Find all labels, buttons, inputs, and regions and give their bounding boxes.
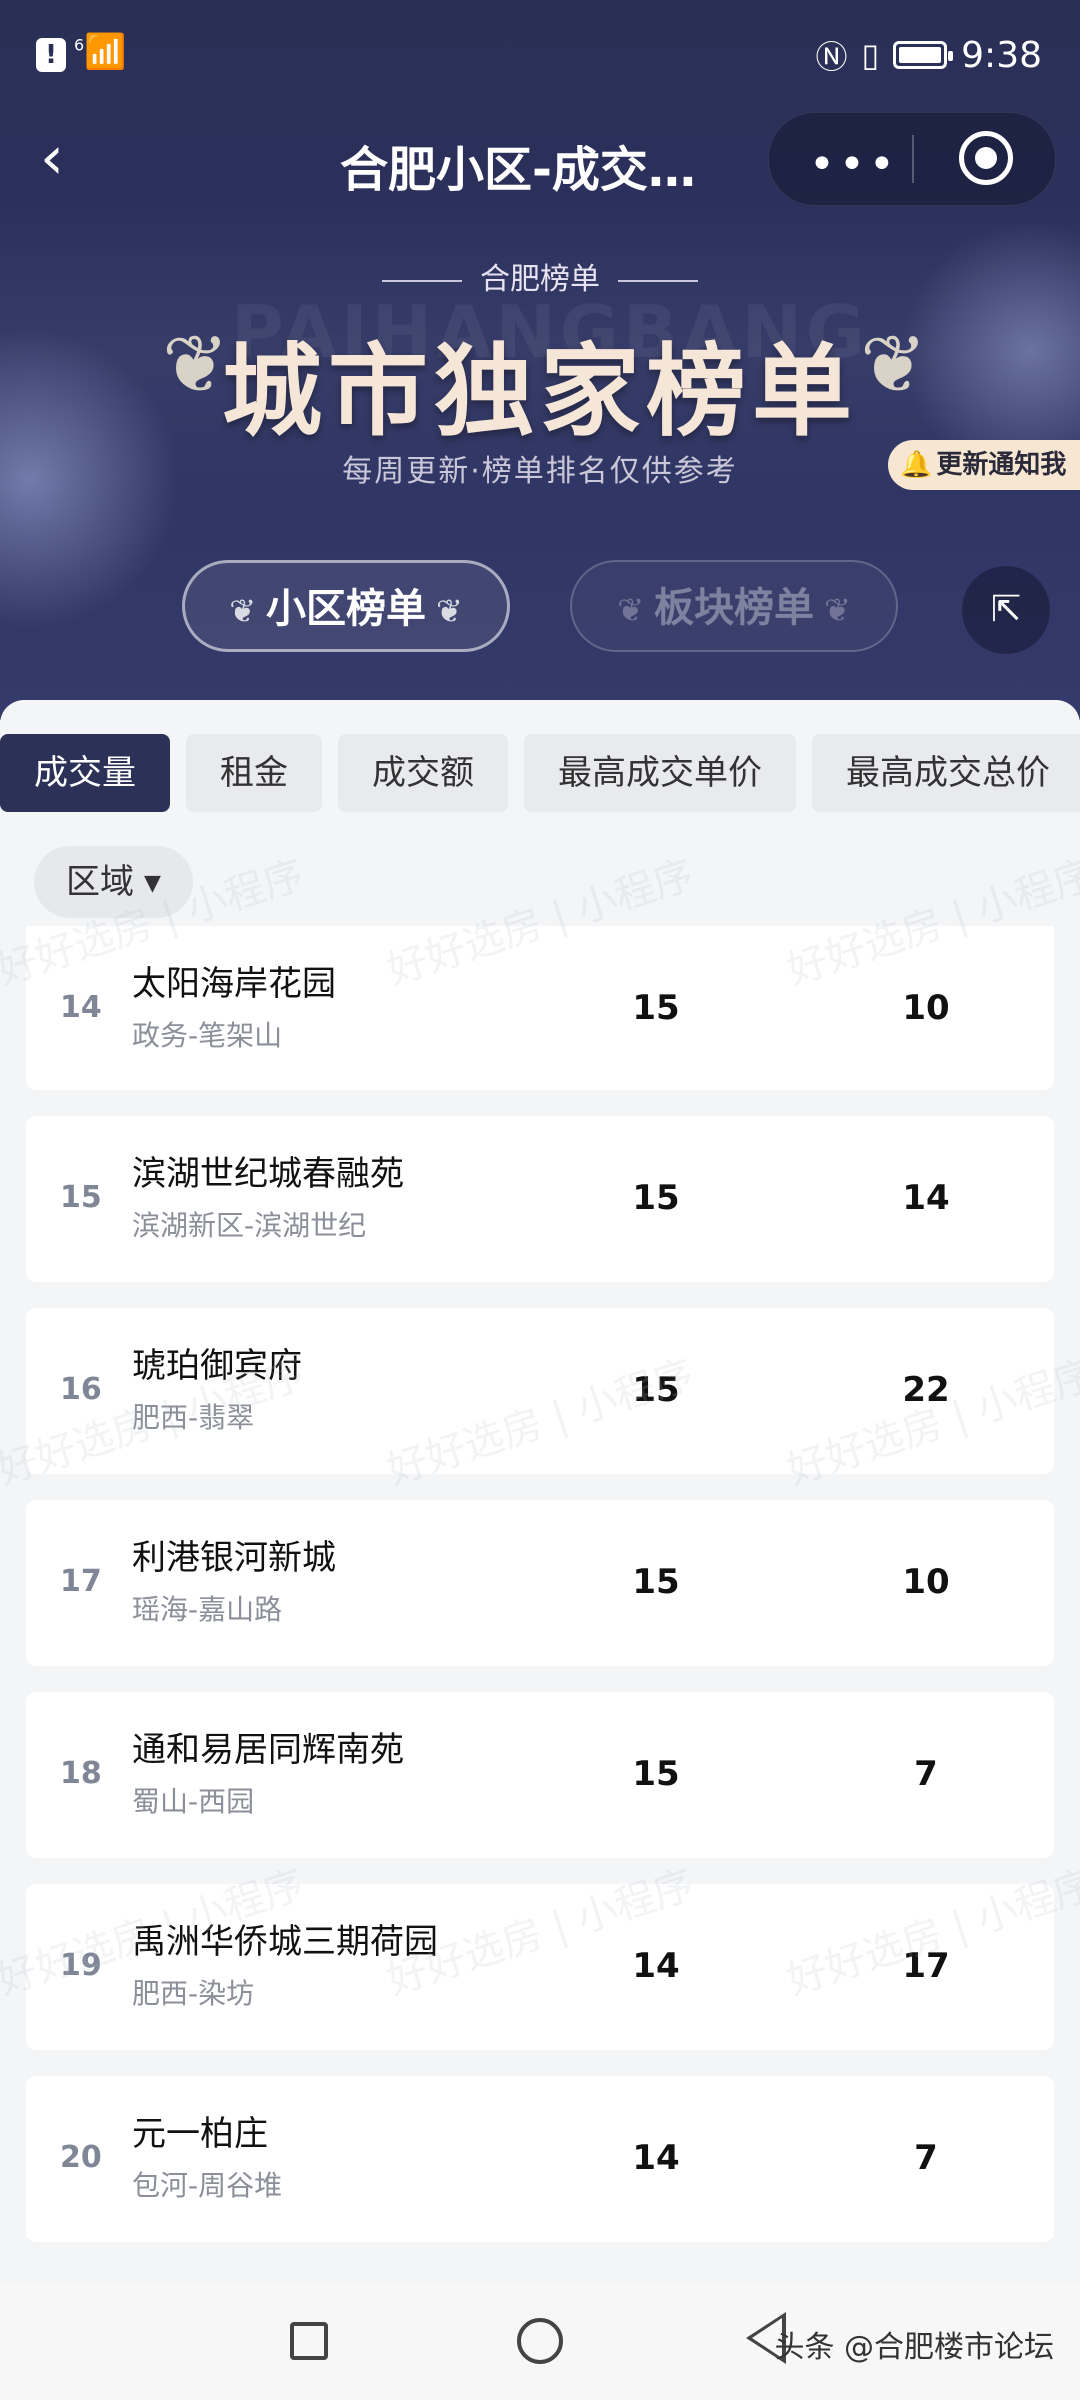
alert-icon: !: [36, 38, 66, 72]
filter-label: 区域: [66, 862, 134, 902]
list-item[interactable]: 16 琥珀御宾府 肥西-翡翠 15 22: [26, 1308, 1054, 1474]
deal-count: 15: [632, 1562, 680, 1602]
rank-number: 14: [60, 990, 102, 1025]
community-name: 利港银河新城: [132, 1538, 336, 1578]
more-dots-icon[interactable]: •••: [809, 139, 899, 190]
rank-number: 17: [60, 1564, 102, 1599]
community-area: 瑶海-嘉山路: [132, 1593, 283, 1626]
toggle-label: 板块榜单: [654, 585, 814, 631]
notify-me-button[interactable]: 🔔 更新通知我: [888, 440, 1080, 490]
caret-down-icon: ▼: [144, 870, 161, 896]
metric-tabs: 成交量 租金 成交额 最高成交单价 最高成交总价: [0, 734, 1080, 812]
battery-icon: [893, 41, 954, 69]
bell-icon: 🔔: [900, 450, 933, 480]
kicker-line-left: [382, 279, 462, 282]
rank-number: 15: [60, 1180, 102, 1215]
share-icon[interactable]: ⇱: [962, 566, 1050, 654]
laurel-small-icon: ❦: [436, 592, 463, 630]
tab-turnover[interactable]: 成交额: [338, 734, 508, 812]
community-area: 政务-笔架山: [132, 1019, 283, 1052]
secondary-value: 17: [902, 1946, 950, 1986]
list-item[interactable]: 19 禹洲华侨城三期荷园 肥西-染坊 14 17: [26, 1884, 1054, 2050]
community-name: 元一柏庄: [132, 2114, 268, 2154]
community-area: 肥西-染坊: [132, 1977, 255, 2010]
rank-number: 16: [60, 1372, 102, 1407]
list-item[interactable]: 17 利港银河新城 瑶海-嘉山路 15 10: [26, 1500, 1054, 1666]
notify-label: 更新通知我: [936, 450, 1067, 480]
nfc-icon: Ⓝ: [815, 38, 848, 76]
status-bar: ! 6📶 Ⓝ ▯ 9:38: [0, 0, 1080, 110]
toggle-community-ranking[interactable]: ❦ 小区榜单 ❦: [182, 560, 510, 652]
status-right: Ⓝ ▯ 9:38: [816, 32, 1042, 78]
community-area: 滨湖新区-滨湖世纪: [132, 1209, 367, 1242]
tab-volume[interactable]: 成交量: [0, 734, 170, 812]
signal-label: 6: [74, 35, 85, 55]
community-name: 滨湖世纪城春融苑: [132, 1154, 404, 1194]
back-chevron-icon[interactable]: ‹: [40, 128, 100, 188]
secondary-value: 7: [914, 2138, 938, 2178]
community-name: 太阳海岸花园: [132, 964, 336, 1004]
list-item-partial: [26, 2198, 1054, 2238]
deal-count: 15: [632, 1370, 680, 1410]
home-circle-icon[interactable]: [517, 2318, 563, 2364]
vibrate-icon: ▯: [861, 36, 880, 74]
toggle-block-ranking[interactable]: ❦ 板块榜单 ❦: [570, 560, 898, 652]
laurel-small-icon: ❦: [824, 591, 851, 629]
capsule-divider: [912, 135, 914, 183]
community-name: 禹洲华侨城三期荷园: [132, 1922, 438, 1962]
list-item[interactable]: 18 通和易居同辉南苑 蜀山-西园 15 7: [26, 1692, 1054, 1858]
toggle-label: 小区榜单: [266, 586, 426, 632]
secondary-value: 7: [914, 1754, 938, 1794]
community-name: 琥珀御宾府: [132, 1346, 302, 1386]
nav-bar: ‹ 合肥小区-成交… •••: [0, 110, 1080, 210]
status-time: 9:38: [961, 34, 1042, 76]
community-area: 蜀山-西园: [132, 1785, 255, 1818]
secondary-value: 14: [902, 1178, 950, 1218]
deal-count: 15: [632, 1178, 680, 1218]
wifi-icon: 6📶: [74, 32, 127, 72]
kicker-line-right: [618, 279, 698, 282]
recents-square-icon[interactable]: [290, 2322, 328, 2360]
deal-count: 15: [632, 988, 680, 1028]
system-nav-bar: 头条 @合肥楼市论坛: [0, 2282, 1080, 2400]
laurel-small-icon: ❦: [229, 592, 256, 630]
deal-count: 15: [632, 1754, 680, 1794]
source-credit: 头条 @合肥楼市论坛: [774, 2330, 1054, 2365]
tab-rent[interactable]: 租金: [186, 734, 322, 812]
community-area: 肥西-翡翠: [132, 1401, 255, 1434]
deal-count: 14: [632, 1946, 680, 1986]
secondary-value: 22: [902, 1370, 950, 1410]
ranking-sheet: 成交量 租金 成交额 最高成交单价 最高成交总价 区域 ▼ 14 太阳海岸花园 政…: [0, 700, 1080, 2400]
hero-title: 城市独家榜单: [222, 333, 858, 450]
rank-number: 18: [60, 1756, 102, 1791]
close-target-icon[interactable]: [959, 131, 1013, 185]
hero-banner: ! 6📶 Ⓝ ▯ 9:38 ‹ 合肥小区-成交… ••• 合肥榜单 PAIHAN…: [0, 0, 1080, 720]
miniprogram-capsule: •••: [768, 112, 1056, 206]
ranking-list: 14 太阳海岸花园 政务-笔架山 15 10 15 滨湖世纪城春融苑 滨湖新区-…: [26, 926, 1054, 2268]
district-filter[interactable]: 区域 ▼: [34, 846, 193, 918]
laurel-small-icon: ❦: [617, 591, 644, 629]
list-item[interactable]: 14 太阳海岸花园 政务-笔架山 15 10: [26, 926, 1054, 1090]
community-name: 通和易居同辉南苑: [132, 1730, 404, 1770]
rank-number: 19: [60, 1948, 102, 1983]
page-title: 合肥小区-成交…: [340, 142, 696, 198]
secondary-value: 10: [902, 988, 950, 1028]
tab-max-unit-price[interactable]: 最高成交单价: [524, 734, 796, 812]
rank-number: 20: [60, 2140, 102, 2175]
secondary-value: 10: [902, 1562, 950, 1602]
deal-count: 14: [632, 2138, 680, 2178]
list-item[interactable]: 15 滨湖世纪城春融苑 滨湖新区-滨湖世纪 15 14: [26, 1116, 1054, 1282]
tab-max-total-price[interactable]: 最高成交总价: [812, 734, 1080, 812]
